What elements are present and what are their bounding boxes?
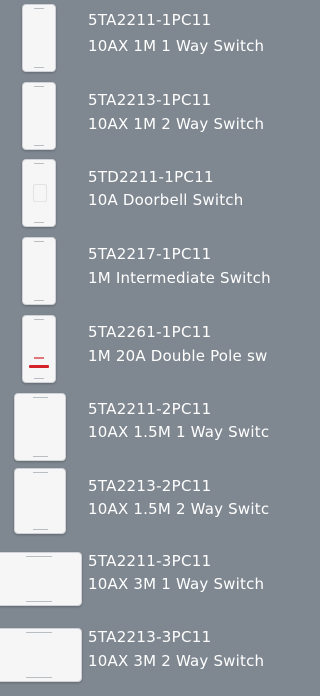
product-code: 5TA2211-3PC11 — [88, 552, 212, 570]
product-description: 10A Doorbell Switch — [88, 191, 244, 209]
1-5m-switch-icon — [14, 468, 66, 534]
product-description: 10AX 3M 1 Way Switch — [88, 575, 265, 593]
list-item[interactable]: 5TA2213-2PC11 10AX 1.5M 2 Way Switc — [0, 466, 300, 542]
list-item[interactable]: 5TA2211-1PC11 10AX 1M 1 Way Switch — [0, 0, 300, 76]
product-description: 1M Intermediate Switch — [88, 269, 271, 287]
doorbell-switch-icon — [22, 159, 56, 227]
product-code: 5TA2213-1PC11 — [88, 91, 212, 109]
product-description: 10AX 3M 2 Way Switch — [88, 652, 265, 670]
product-code: 5TA2213-3PC11 — [88, 628, 212, 646]
product-code: 5TA2211-1PC11 — [88, 11, 212, 29]
product-code: 5TA2217-1PC11 — [88, 245, 212, 263]
double-pole-switch-icon — [22, 315, 56, 383]
product-description: 1M 20A Double Pole sw — [88, 347, 268, 365]
3m-switch-icon — [0, 628, 82, 682]
product-code: 5TA2213-2PC11 — [88, 477, 212, 495]
list-item[interactable]: 5TA2211-2PC11 10AX 1.5M 1 Way Switc — [0, 390, 300, 466]
product-code: 5TA2211-2PC11 — [88, 400, 212, 418]
list-item[interactable]: 5TD2211-1PC11 10A Doorbell Switch — [0, 157, 300, 233]
product-list: 5TA2211-1PC11 10AX 1M 1 Way Switch 5TA22… — [0, 0, 300, 682]
list-item[interactable]: 5TA2213-1PC11 10AX 1M 2 Way Switch — [0, 78, 300, 154]
1m-switch-icon — [22, 237, 56, 305]
product-description: 10AX 1M 2 Way Switch — [88, 115, 265, 133]
1m-switch-icon — [22, 82, 56, 150]
product-code: 5TD2211-1PC11 — [88, 168, 214, 186]
list-item[interactable]: 5TA2211-3PC11 10AX 3M 1 Way Switch — [0, 544, 300, 620]
product-description: 10AX 1.5M 1 Way Switc — [88, 423, 270, 441]
product-description: 10AX 1M 1 Way Switch — [88, 37, 265, 55]
red-indicator-icon — [29, 365, 49, 368]
bell-indicator-icon — [33, 184, 47, 202]
list-item[interactable]: 5TA2261-1PC11 1M 20A Double Pole sw — [0, 312, 300, 388]
3m-switch-icon — [0, 552, 82, 606]
product-description: 10AX 1.5M 2 Way Switc — [88, 500, 270, 518]
list-item[interactable]: 5TA2213-3PC11 10AX 3M 2 Way Switch — [0, 620, 300, 696]
product-code: 5TA2261-1PC11 — [88, 323, 212, 341]
1m-switch-icon — [22, 4, 56, 72]
list-item[interactable]: 5TA2217-1PC11 1M Intermediate Switch — [0, 235, 300, 311]
1-5m-switch-icon — [14, 393, 66, 461]
rating-marking-icon — [34, 357, 44, 359]
